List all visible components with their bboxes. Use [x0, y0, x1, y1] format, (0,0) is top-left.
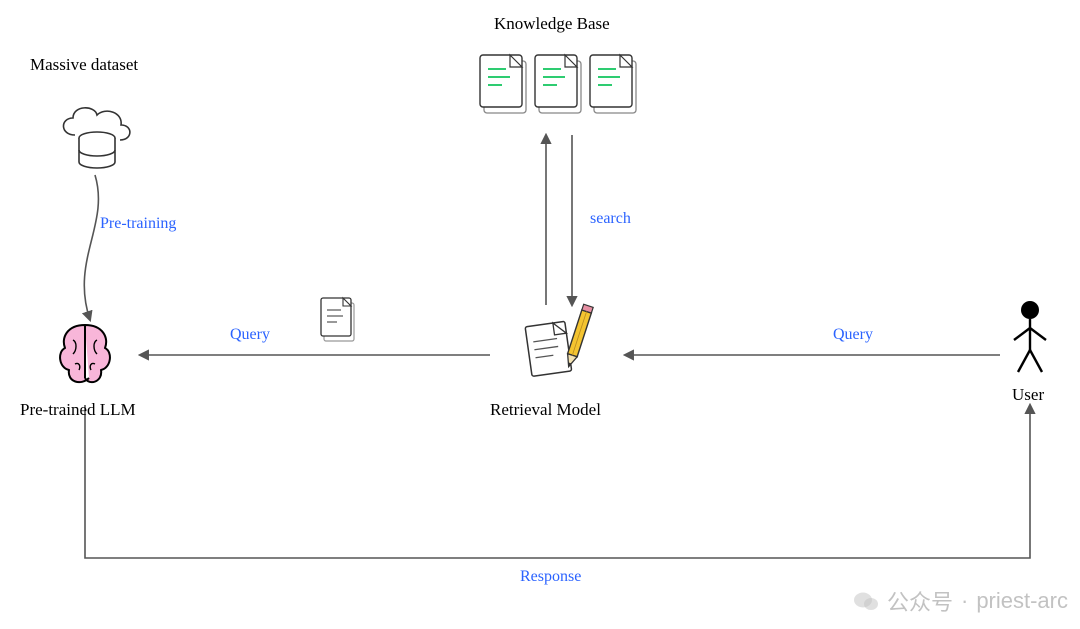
diagram-stage: Massive dataset Knowledge Base Pre-train… [0, 0, 1080, 629]
user-stick-figure-icon [1014, 301, 1046, 372]
pretraining-edge-label: Pre-training [100, 215, 176, 233]
documents-icon [480, 55, 636, 113]
cloud-database-icon [63, 108, 129, 168]
pretraining-arrow [84, 175, 98, 320]
query-from-user-edge-label: Query [833, 326, 873, 344]
search-edge-label: search [590, 210, 631, 228]
user-label: User [1012, 385, 1044, 405]
diagram-svg [0, 0, 1080, 629]
document-icon [321, 298, 354, 341]
query-to-llm-edge-label: Query [230, 326, 270, 344]
response-arrow [85, 405, 1030, 558]
pretrained-llm-label: Pre-trained LLM [20, 400, 136, 420]
knowledge-base-label: Knowledge Base [494, 14, 610, 34]
brain-icon [60, 325, 110, 382]
response-edge-label: Response [520, 568, 581, 586]
note-pencil-icon [525, 304, 593, 376]
massive-dataset-label: Massive dataset [30, 55, 138, 75]
retrieval-model-label: Retrieval Model [490, 400, 601, 420]
